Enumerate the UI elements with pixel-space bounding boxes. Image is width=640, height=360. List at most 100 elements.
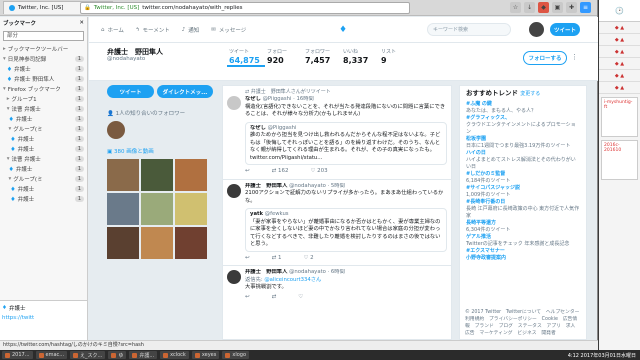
panel-item[interactable]: ◆ ▲	[599, 58, 640, 70]
panel-snippet[interactable]: 2016c-201610	[601, 140, 638, 180]
media-thumbnail[interactable]	[175, 227, 207, 259]
taskbar-item[interactable]: え_スク...	[70, 351, 106, 359]
menu-icon[interactable]: ≡	[580, 2, 591, 13]
url-bar[interactable]: 🔒 Twitter, Inc. [US] twitter.com/nodahay…	[80, 2, 410, 14]
trend-item[interactable]: #しだかのミ監督 6,184件のツイート	[466, 171, 580, 185]
retweet-button[interactable]: ⇄ 1	[272, 255, 282, 263]
trend-item[interactable]: #ふ魔 の鍵 あなたは、まもる人、やる人？	[466, 101, 580, 115]
addon-icon[interactable]: ✚	[566, 2, 577, 13]
change-trends-link[interactable]: 変更する	[520, 91, 540, 97]
sidebar-item[interactable]: ♦ 弁護士 1	[3, 194, 84, 204]
direct-message-button[interactable]: ダイレクトメッ...	[157, 85, 213, 98]
media-thumbnail[interactable]	[141, 227, 173, 259]
panel-item[interactable]: ◆ ▲	[599, 70, 640, 82]
sidebar-item[interactable]: ♦ 弁護士 1	[3, 64, 84, 74]
trend-item[interactable]: #エクスマセナー	[466, 248, 580, 255]
retweet-button[interactable]: ⇄ 162	[272, 168, 289, 176]
stat-lists[interactable]: リスト 9	[379, 46, 417, 67]
panel-item[interactable]: ◆ ▲	[599, 82, 640, 94]
sidebar-search-input[interactable]: 部分	[3, 31, 84, 41]
trend-item[interactable]: ゲアル推活 Twitterの記事をチェック 年末感謝と成長記念	[466, 234, 580, 248]
sidebar-close-icon[interactable]: ✕	[79, 20, 84, 26]
sidebar-item[interactable]: ▸ ブックマークツールバー	[3, 44, 84, 54]
retweet-button[interactable]: ⇄	[272, 294, 277, 302]
follow-button[interactable]: フォローする	[523, 51, 567, 65]
tweet-item[interactable]: 弁護士 野田隼人 @nodahayato · 5時間 2100アクションで証解力…	[223, 180, 451, 266]
nav-moments[interactable]: ϟ モーメント	[136, 26, 170, 34]
nav-messages[interactable]: ✉ メッセージ	[211, 26, 246, 34]
sidebar-item[interactable]: ♦ 弁護士 1	[3, 134, 84, 144]
sidebar-item[interactable]: ▾ 法曹 弁護士 1	[3, 154, 84, 164]
preview-link[interactable]: https://twitt	[2, 315, 34, 321]
media-thumbnail[interactable]	[107, 159, 139, 191]
media-thumbnail[interactable]	[107, 193, 139, 225]
media-thumbnail[interactable]	[175, 193, 207, 225]
sidebar-item[interactable]: ♦ 弁護士 1	[3, 144, 84, 154]
pocket-icon[interactable]: ◆	[538, 2, 549, 13]
sidebar-item[interactable]: ♦ 弁護士 1	[3, 114, 84, 124]
stat-following[interactable]: フォロー 920	[265, 46, 303, 67]
nav-home[interactable]: ⌂ ホーム	[101, 26, 124, 34]
tweet-avatar[interactable]	[227, 183, 241, 198]
trend-item[interactable]: #長崎奉行番の日 長崎 江戸幕府に長崎政策の中心 東方付近で人気作家	[466, 199, 580, 220]
reply-icon[interactable]: ↩	[245, 294, 250, 302]
compose-tweet-button[interactable]: ツイート	[550, 23, 580, 36]
nav-notifications[interactable]: ♪ 通知	[182, 26, 200, 34]
taskbar-item[interactable]: xclock	[160, 351, 189, 359]
tweet-avatar[interactable]	[227, 270, 241, 284]
tweet-to-button[interactable]: ツイート	[107, 85, 154, 98]
twitter-logo-icon[interactable]: ♦	[339, 25, 347, 35]
trend-item[interactable]: 松坂学園 日本に1週間でつまり最強3.19万件のツイート	[466, 136, 580, 150]
known-follower-avatar[interactable]	[107, 121, 125, 139]
tweet-avatar[interactable]	[227, 96, 241, 110]
panel-snippet[interactable]: i-myshuntig-ft	[601, 97, 638, 137]
trend-item[interactable]: 長崎平等還方 6,304件のツイート	[466, 220, 580, 234]
media-thumbnail[interactable]	[107, 227, 139, 259]
taskbar-item[interactable]: xlogo	[222, 351, 249, 359]
stat-tweets[interactable]: ツイート 64,875	[227, 46, 265, 67]
sidebar-item[interactable]: ♦ 弁護士 1	[3, 164, 84, 174]
trend-item[interactable]: 小野寺政審提案内	[466, 255, 580, 262]
sidebar-item[interactable]: ♦ 弁護士 野田隼人 1	[3, 74, 84, 84]
panel-item[interactable]: ◆ ▲	[599, 34, 640, 46]
search-input[interactable]: キーワード検索	[427, 23, 511, 36]
media-thumbnail[interactable]	[175, 159, 207, 191]
media-thumbnail[interactable]	[141, 159, 173, 191]
media-thumbnail[interactable]	[141, 193, 173, 225]
sidebar-item[interactable]: ▾ Firefox ブックマーク 1	[3, 84, 84, 94]
trend-item[interactable]: #サイコパスジャッジ説 1,009件のツイート	[466, 185, 580, 199]
stat-followers[interactable]: フォロワー 7,457	[303, 46, 341, 67]
trend-item[interactable]: #グラフィックス、 クラウドエンタテインメントによるプロモーション	[466, 115, 580, 136]
bookmark-star-icon[interactable]: ☆	[510, 2, 521, 13]
quoted-tweet[interactable]: yatk @fewkus 「妻が家事をやらない」が離婚事由になるか否かはともかく…	[245, 208, 447, 252]
like-button[interactable]: ♡ 2	[303, 255, 313, 263]
taskbar-item[interactable]: emac...	[35, 351, 68, 359]
extension-icon[interactable]: ▣	[552, 2, 563, 13]
like-button[interactable]: ♡	[298, 294, 303, 302]
tweet-item[interactable]: 弁護士 野田隼人 @nodahayato · 6時間 返信先: @alicein…	[223, 266, 451, 304]
more-options-icon[interactable]: ⋮	[571, 53, 578, 61]
reply-icon[interactable]: ↩	[245, 168, 250, 176]
download-icon[interactable]: ↓	[524, 2, 535, 13]
sidebar-item[interactable]: ▾ グループ(ミ 1	[3, 174, 84, 184]
sidebar-item[interactable]: ▾ 日見神参司記録 1	[3, 54, 84, 64]
media-link[interactable]: ▣ 380 画像と動画	[107, 147, 217, 155]
known-followers[interactable]: 👤 1人の知り合いのフォロワー	[107, 109, 217, 117]
sidebar-item[interactable]: ▾ 法曹 弁護士 1	[3, 104, 84, 114]
panel-item[interactable]: ◆ ▲	[599, 22, 640, 34]
taskbar-item[interactable]: 2017...	[2, 351, 33, 359]
sidebar-item[interactable]: ▾ グループ(ミ 1	[3, 124, 84, 134]
trend-item[interactable]: ハイの日 ハイよまとめてストレス解消法とその代わりがいい日	[466, 150, 580, 171]
account-avatar[interactable]	[529, 22, 544, 37]
taskbar-item[interactable]: 弁護...	[129, 351, 158, 359]
stat-likes[interactable]: いいね 8,337	[341, 46, 379, 67]
sidebar-item[interactable]: ♦ 弁護士 1	[3, 184, 84, 194]
taskbar-item[interactable]: ゆ	[108, 351, 127, 359]
like-button[interactable]: ♡ 203	[310, 168, 327, 176]
sidebar-item[interactable]: ▸ グループ1 1	[3, 94, 84, 104]
panel-item[interactable]: ◆ ▲	[599, 46, 640, 58]
quoted-tweet[interactable]: なぜし @Piiggashi 誰のためから担当を見つけ出し救われるんだからそんな…	[245, 121, 447, 165]
reply-icon[interactable]: ↩	[245, 255, 250, 263]
tweet-item[interactable]: ⇄ 弁護士 野田隼人さんがリツイート なぜし @Piiggashi · 16時間…	[223, 86, 451, 180]
taskbar-item[interactable]: xeyes	[191, 351, 220, 359]
